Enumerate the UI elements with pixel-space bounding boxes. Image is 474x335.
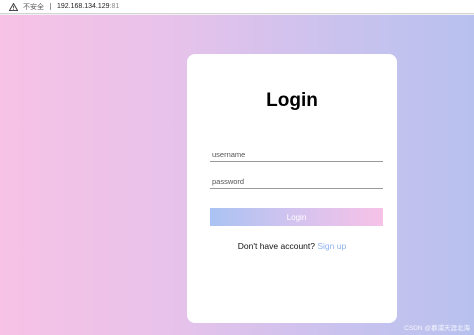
browser-address-bar[interactable]: 不安全 192.168.134.129:81 — [0, 0, 474, 14]
url-host: 192.168.134.129 — [57, 3, 110, 10]
login-button[interactable]: Login — [210, 208, 383, 226]
insecure-label[interactable]: 不安全 — [23, 2, 44, 12]
signup-link[interactable]: Sign up — [317, 241, 346, 251]
gradient-background: Login Login Don't have account? Sign up … — [0, 15, 474, 335]
page: 不安全 192.168.134.129:81 Login Login Don't… — [0, 0, 474, 335]
login-card: Login Login Don't have account? Sign up — [187, 54, 397, 323]
watermark: CSDN @慕浦天涯北海 — [404, 325, 470, 332]
address-divider — [50, 3, 51, 10]
password-input[interactable] — [210, 175, 383, 189]
warning-icon[interactable] — [9, 2, 18, 11]
username-input[interactable] — [210, 148, 383, 162]
signup-prompt: Don't have account? Sign up — [187, 241, 397, 251]
login-title: Login — [266, 90, 318, 111]
url-text[interactable]: 192.168.134.129:81 — [57, 3, 119, 10]
signup-prompt-text: Don't have account? — [237, 241, 315, 251]
url-port: :81 — [109, 3, 120, 10]
